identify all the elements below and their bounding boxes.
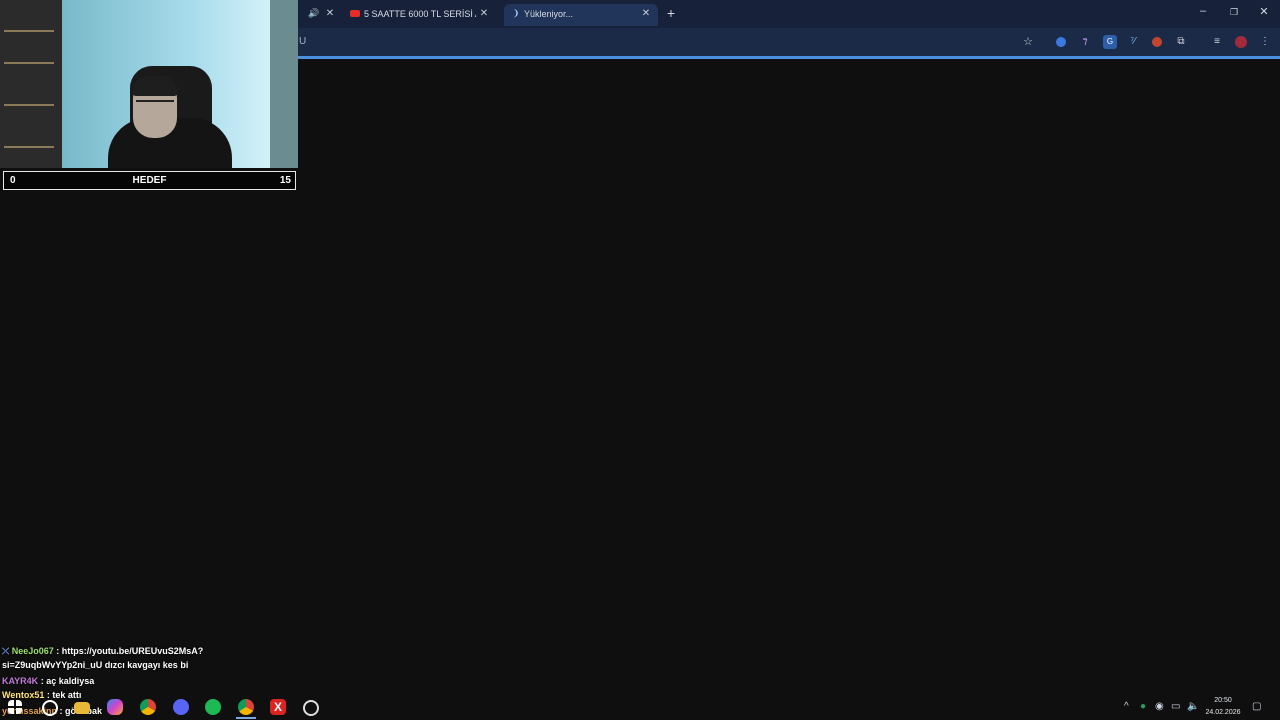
chrome-active-icon[interactable] (238, 699, 254, 715)
webcam-person-glasses (136, 100, 174, 108)
spotify-icon[interactable] (205, 699, 221, 715)
puzzle-icon[interactable]: ⧉ (1174, 35, 1188, 49)
new-tab-button[interactable]: + (664, 5, 678, 21)
webcam-edge (270, 0, 298, 168)
webcam-overlay (0, 0, 298, 168)
tab-title: Yükleniyor... (524, 9, 574, 19)
youtube-icon (350, 10, 360, 17)
tab-title: 5 SAATTE 6000 TL SERİSİ ADAN (364, 9, 476, 19)
windows-start-icon[interactable] (8, 700, 22, 714)
copilot-icon[interactable] (107, 699, 123, 715)
close-icon[interactable]: ✕ (324, 8, 336, 19)
chat-username: NeeJo067 (11, 646, 54, 656)
taskbar-clock[interactable]: 20:50 24.02.2026 (1203, 696, 1243, 718)
volume-icon[interactable]: 🔈 (1187, 701, 1199, 712)
tray-overflow-icon[interactable]: ^ (1124, 701, 1129, 712)
loading-icon: ❩ (512, 8, 520, 18)
chat-badge-icon: ⤫ (2, 646, 10, 656)
extension-translate-icon[interactable]: G (1103, 35, 1117, 49)
active-app-indicator (236, 717, 256, 719)
tray-green-icon[interactable]: ● (1140, 701, 1146, 712)
extension-pen-icon[interactable]: ⁊ (1078, 35, 1092, 49)
address-bar[interactable]: U (299, 36, 306, 47)
webcam-person-hair (132, 76, 178, 96)
chat-text: si=Z9uqbWvYYp2ni_uU dızcı kavgayı kes bi (2, 660, 189, 670)
file-explorer-icon[interactable] (74, 702, 90, 714)
chat-message: si=Z9uqbWvYYp2ni_uU dızcı kavgayı kes bi (2, 658, 188, 673)
chat-message: ⤫ NeeJo067 : https://youtu.be/UREUvuS2Ms… (2, 644, 203, 659)
speaker-icon[interactable]: 🔊 (308, 8, 319, 19)
clock-date: 24.02.2026 (1205, 709, 1241, 716)
page-load-indicator (298, 56, 1280, 59)
close-window-button[interactable]: ✕ (1256, 5, 1272, 18)
notification-icon[interactable]: ▢ (1252, 701, 1261, 712)
network-icon[interactable]: ▭ (1171, 701, 1180, 712)
extension-blue-icon[interactable] (1054, 35, 1068, 49)
tab-audio[interactable]: 🔊 ✕ (298, 4, 340, 26)
chat-message: KAYR4K : aç kaldiysa (2, 674, 94, 689)
restore-button[interactable]: ❐ (1226, 7, 1242, 18)
goal-target: 15 (279, 175, 291, 186)
tab-video[interactable]: 5 SAATTE 6000 TL SERİSİ ADAN ✕ (346, 4, 496, 26)
chat-text: : aç kaldiysa (40, 676, 95, 686)
x-app-icon[interactable]: X (270, 699, 286, 715)
chat-username: KAYR4K (2, 676, 39, 686)
bookmark-star-icon[interactable]: ☆ (1021, 35, 1035, 49)
chrome-icon[interactable] (140, 699, 156, 715)
tab-loading[interactable]: ❩ Yükleniyor... ✕ (504, 4, 658, 26)
close-icon[interactable]: ✕ (640, 8, 652, 19)
chat-text: : https://youtu.be/UREUvuS2MsA? (56, 646, 204, 656)
obs-icon[interactable] (303, 700, 319, 716)
discord-icon[interactable] (173, 699, 189, 715)
media-control-icon[interactable]: ≡ (1210, 35, 1224, 49)
webcam-shelf (0, 0, 62, 168)
screen: { "browser": { "tabs": [ {"title": "", "… (0, 0, 1280, 720)
minimize-button[interactable]: – (1195, 5, 1211, 17)
goal-bar: 0 HEDEF 15 (3, 171, 296, 190)
clock-time: 20:50 (1214, 697, 1232, 704)
menu-kebab-icon[interactable]: ⋮ (1258, 35, 1272, 49)
close-icon[interactable]: ✕ (478, 8, 490, 19)
profile-avatar[interactable] (1234, 35, 1248, 49)
extension-tool-icon[interactable]: ⁷⁄ (1126, 35, 1140, 49)
extension-red-icon[interactable] (1150, 35, 1164, 49)
tray-steam-icon[interactable]: ◉ (1155, 701, 1164, 712)
taskbar (0, 694, 1280, 720)
search-icon[interactable] (42, 700, 58, 716)
goal-label: HEDEF (132, 175, 167, 186)
